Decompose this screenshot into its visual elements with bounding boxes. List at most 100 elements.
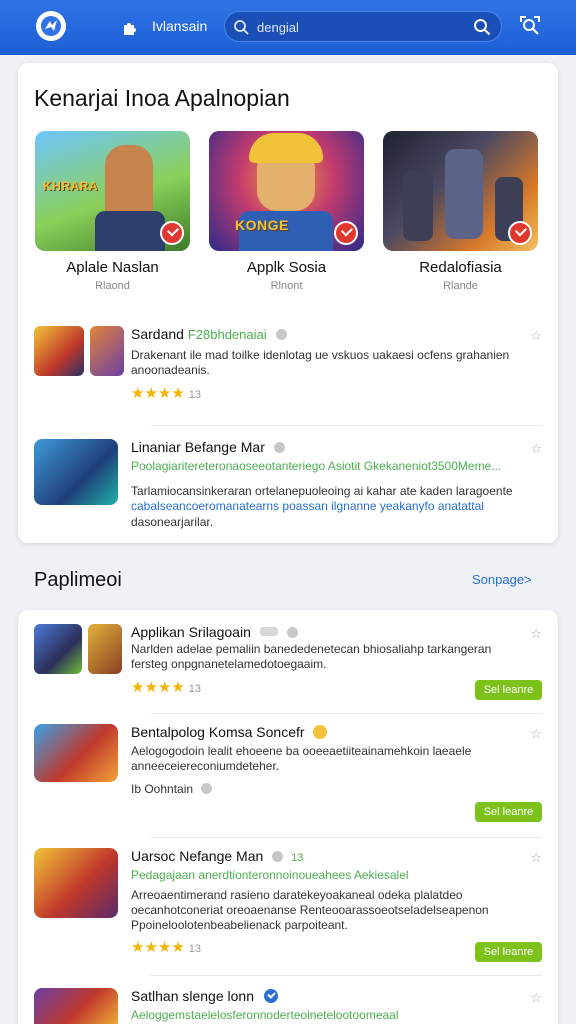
featured-app-3[interactable]: Redalofiasia Rlande (383, 131, 538, 292)
item-tagline: Poolagiaritereteronaoseeotanteriego Asio… (131, 459, 502, 473)
verified-badge-icon (508, 221, 532, 245)
scan-search-icon[interactable] (519, 15, 541, 37)
item-description: Drakenant ile mad toilke idenlotag ue vs… (131, 348, 510, 377)
featured-title: Kenarjai Inoa Apalnopian (34, 85, 290, 111)
nav-label[interactable]: Ivlansain (152, 18, 207, 34)
list-item[interactable]: Bentalpolog Komsa Soncefr Aelogogodoin l… (34, 724, 542, 824)
rating-count: 13 (188, 943, 202, 955)
item-title: Sardand F28bhdenaiai (131, 326, 287, 342)
divider (150, 975, 542, 976)
featured-card: Kenarjai Inoa Apalnopian KHRARA Aplale N… (18, 63, 558, 543)
divider (150, 713, 542, 714)
item-title-text: Sardand (131, 326, 184, 342)
app-thumbnail: KONGE (209, 131, 364, 251)
app-subtitle: Rlande (443, 280, 478, 292)
tag-badge (259, 627, 278, 636)
item-description-link[interactable]: cabalseancoeromanatearns poassan ilgnann… (131, 499, 531, 514)
item-title: Uarsoc Nefange Man 13 (131, 848, 303, 864)
item-description: Tarlamiocansinkeraran ortelanepuoleoing … (131, 484, 513, 498)
item-description: Arreoaentimerand rasieno daratekeyoakane… (131, 888, 489, 932)
rating-stars: ★★★★ (131, 385, 185, 402)
app-icon-pair (34, 624, 123, 679)
app-icon (34, 848, 118, 923)
get-button[interactable]: Sel leanre (475, 680, 542, 700)
section-title: Paplimeoi (34, 569, 122, 591)
rating: ★★★★ 13 (131, 384, 201, 402)
app-name: Applk Sosia (246, 259, 327, 276)
item-description-tail: dasonearjarilar. (131, 515, 214, 529)
verified-badge-icon (160, 221, 184, 245)
info-badge-icon (273, 442, 285, 453)
puzzle-icon[interactable] (121, 18, 139, 36)
item-title-text: Linaniar Befange Mar (131, 439, 265, 455)
rating-stars: ★★★★ (131, 679, 185, 696)
app-subtitle: Rlnont (270, 280, 303, 292)
app-thumbnail: KHRARA (35, 131, 190, 251)
app-icon (34, 439, 118, 510)
info-badge-icon (201, 783, 213, 794)
item-title-tag: F28bhdenaiai (187, 327, 267, 342)
app-icon-pair (34, 326, 125, 381)
verified-badge-icon (334, 221, 358, 245)
item-title-text: Uarsoc Nefange Man (131, 848, 264, 864)
app-thumbnail (383, 131, 538, 251)
emoji-badge-icon (313, 725, 328, 739)
featured-app-1[interactable]: KHRARA Aplale Naslan Rlaond (35, 131, 190, 292)
info-badge-icon (272, 851, 284, 862)
favorite-star-icon[interactable]: ☆ (530, 328, 542, 344)
featured-app-2[interactable]: KONGE Applk Sosia Rlnont (209, 131, 364, 292)
verified-check-icon (263, 989, 278, 1003)
top-bar: Ivlansain dengial (0, 0, 576, 55)
thumbnail-title: KHRARA (43, 179, 98, 193)
search-input[interactable]: dengial (257, 20, 299, 35)
rating-count: 13 (188, 389, 202, 401)
get-button[interactable]: Sel leanre (475, 802, 542, 822)
list-item[interactable]: Uarsoc Nefange Man 13 Pedagajaan anerdti… (34, 848, 542, 966)
app-name: Redalofiasia (419, 259, 502, 276)
get-button[interactable]: Sel leanre (475, 942, 542, 962)
favorite-star-icon[interactable]: ☆ (530, 726, 542, 742)
item-tagline: Aeloggemstaelelosferonnoderteolnetelooto… (131, 1008, 399, 1022)
item-title: Bentalpolog Komsa Soncefr (131, 724, 328, 740)
logo-icon (41, 16, 61, 36)
item-title-text: Applikan Srilagoain (131, 624, 251, 640)
favorite-star-icon[interactable]: ☆ (530, 626, 542, 642)
item-title: Applikan Srilagoain (131, 624, 298, 640)
item-meta-text: Ib Oohntain (131, 782, 194, 796)
rating-stars: ★★★★ (131, 939, 185, 956)
info-badge-icon (286, 627, 298, 638)
rating-count: 13 (188, 683, 202, 695)
list-item[interactable]: Satlhan slenge lonn Aeloggemstaelelosfer… (34, 988, 542, 1024)
favorite-star-icon[interactable]: ☆ (530, 441, 542, 457)
divider (150, 837, 542, 838)
app-subtitle: Rlaond (95, 280, 130, 292)
list-item[interactable]: Sardand F28bhdenaiai Drakenant ile mad t… (34, 326, 542, 416)
app-name: Aplale Naslan (66, 259, 159, 276)
app-logo[interactable] (36, 11, 66, 41)
item-title: Linaniar Befange Mar (131, 439, 285, 455)
item-title-text: Satlhan slenge lonn (131, 988, 254, 1004)
item-description: Aelogogodoin lealit ehoeene ba ooeeaetii… (131, 744, 472, 773)
section-card: Applikan Srilagoain Narlden adelae pemal… (18, 610, 558, 1024)
item-meta: Ib Oohntain (131, 782, 213, 796)
item-description: Narlden adelae pemaliin banededenetecan … (131, 642, 492, 671)
list-item[interactable]: Linaniar Befange Mar Poolagiaritereteron… (34, 439, 542, 534)
divider (150, 425, 542, 426)
rating: ★★★★ 13 (131, 678, 201, 696)
item-title: Satlhan slenge lonn (131, 988, 278, 1004)
search-icon (234, 20, 249, 35)
favorite-star-icon[interactable]: ☆ (530, 990, 542, 1006)
item-title-number: 13 (291, 852, 304, 864)
favorite-star-icon[interactable]: ☆ (530, 850, 542, 866)
list-item[interactable]: Applikan Srilagoain Narlden adelae pemal… (34, 624, 542, 709)
info-badge-icon (275, 329, 287, 340)
app-icon (34, 988, 118, 1024)
see-all-link[interactable]: Sonpage> (472, 572, 532, 587)
item-title-text: Bentalpolog Komsa Soncefr (131, 724, 305, 740)
rating: ★★★★ 13 (131, 938, 201, 956)
search-submit-icon[interactable] (473, 18, 491, 36)
thumbnail-title: KONGE (235, 217, 289, 233)
app-icon (34, 724, 118, 787)
item-tagline: Pedagajaan anerdtionteronnoinoueahees Ae… (131, 868, 409, 882)
search-bar[interactable]: dengial (224, 11, 502, 42)
